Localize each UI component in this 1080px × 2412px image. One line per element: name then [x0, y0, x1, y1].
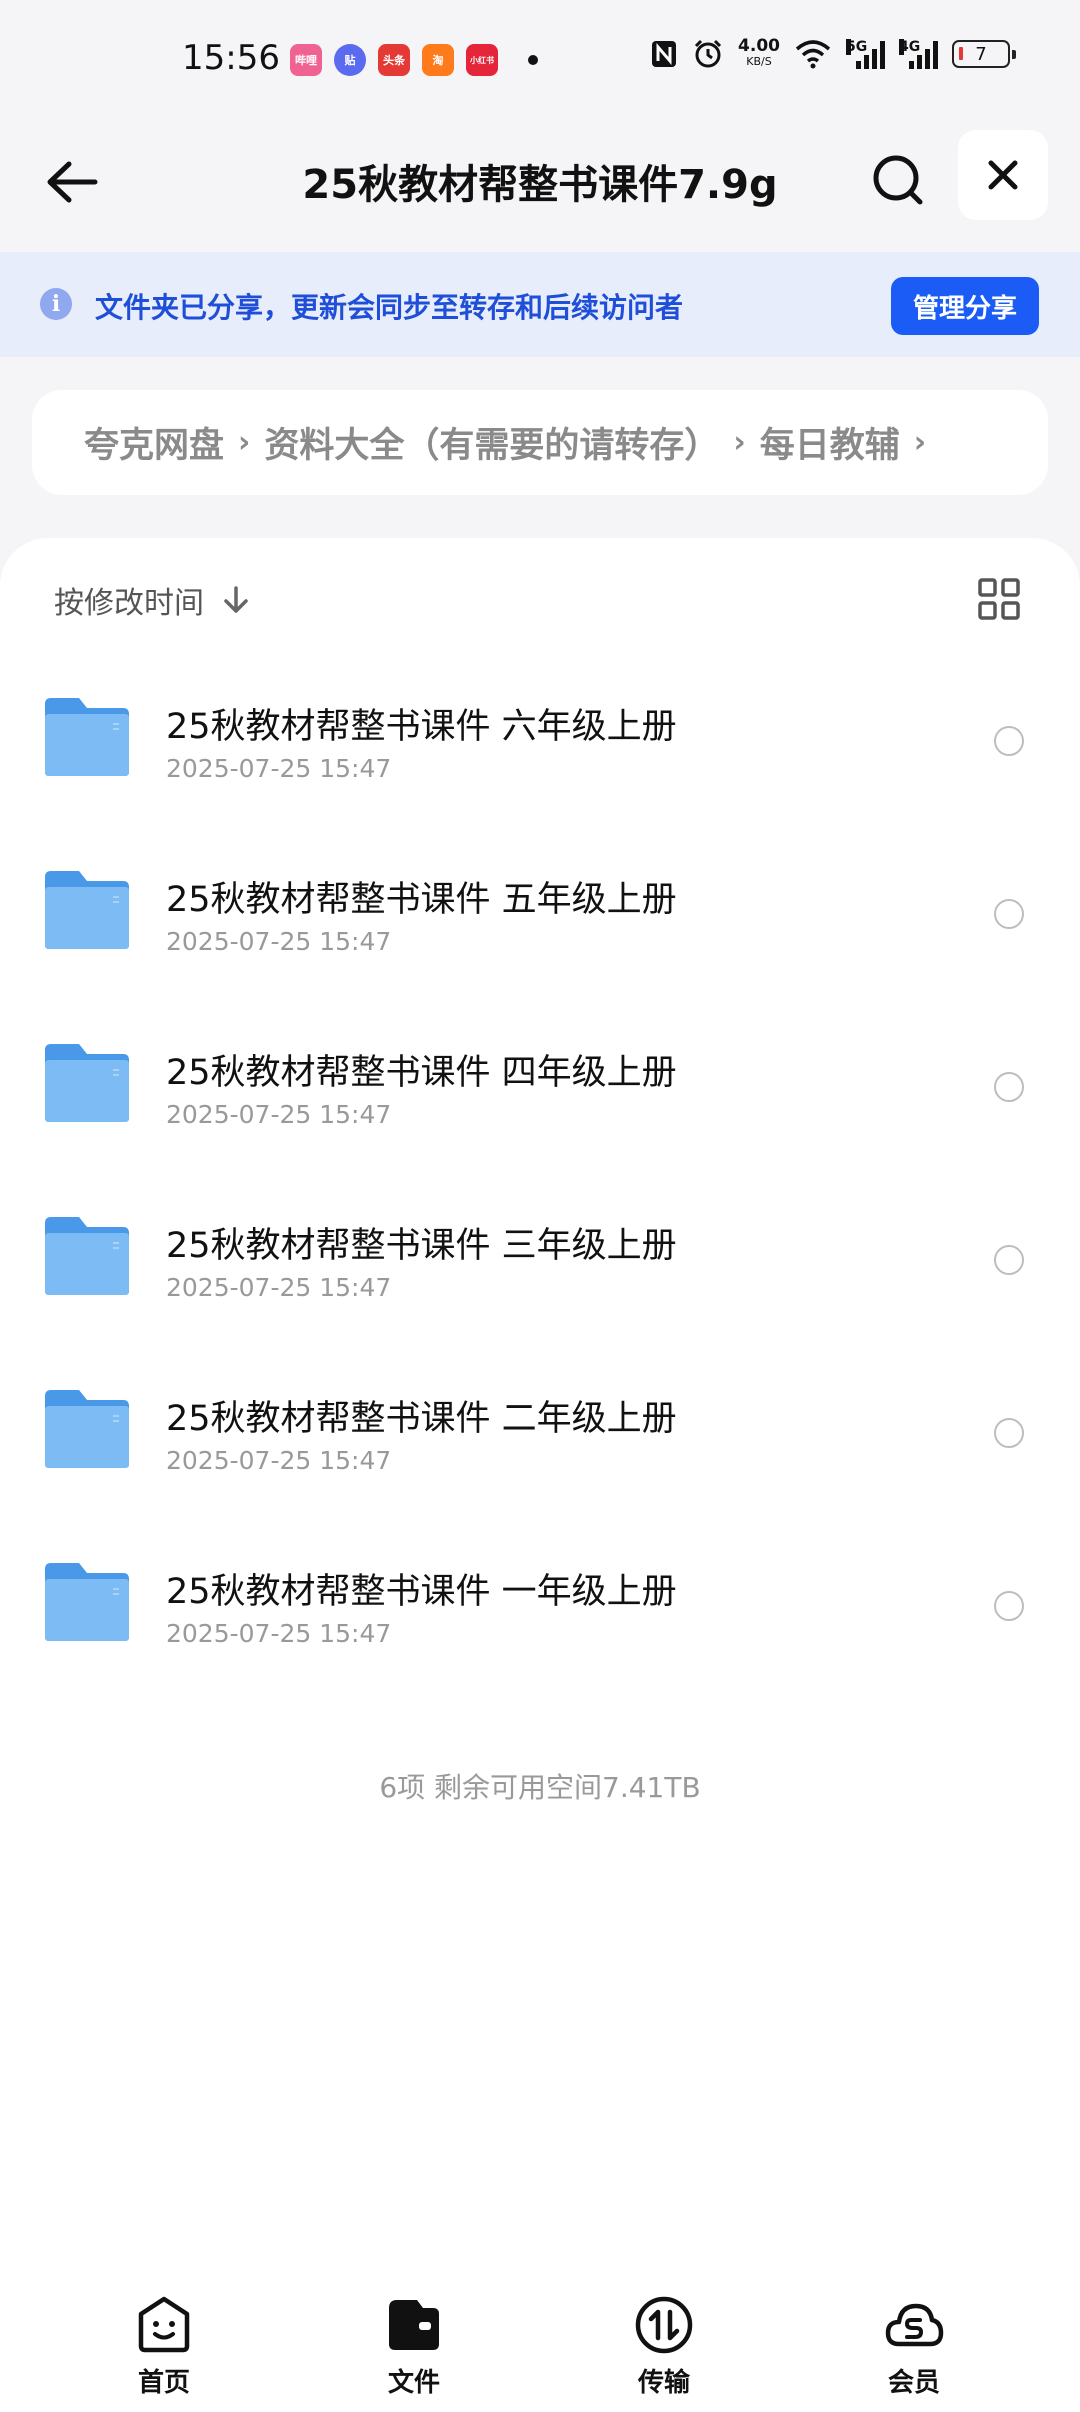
folder-icon — [45, 698, 129, 776]
alarm-icon — [694, 39, 722, 68]
signal-4g-icon: 4G — [899, 39, 938, 69]
folder-icon — [45, 1217, 129, 1295]
nfc-icon — [652, 41, 677, 67]
file-row[interactable]: 25秋教材帮整书课件 四年级上册 2025-07-25 15:47 — [0, 1002, 1080, 1175]
file-row[interactable]: 25秋教材帮整书课件 五年级上册 2025-07-25 15:47 — [0, 829, 1080, 1002]
share-notice-banner: i 文件夹已分享，更新会同步至转存和后续访问者 管理分享 — [0, 252, 1080, 357]
status-time: 15:56 — [182, 38, 280, 78]
file-panel: 按修改时间 25秋教材帮整书课件 六年级上册 2025-07-25 15:47 — [0, 538, 1080, 2412]
breadcrumb-item-resources[interactable]: 资料大全（有需要的请转存） — [264, 417, 719, 468]
arrow-down-icon — [224, 586, 248, 613]
file-date: 2025-07-25 15:47 — [166, 927, 392, 956]
tieba-app-icon: 贴 — [334, 44, 366, 76]
battery-level: 7 — [975, 43, 987, 65]
membership-cloud-icon — [885, 2303, 944, 2347]
transfer-icon — [635, 2296, 693, 2354]
signal-4g-label: 4G — [899, 39, 921, 55]
nav-item-transfer[interactable]: 传输 — [604, 2294, 724, 2399]
file-row[interactable]: 25秋教材帮整书课件 一年级上册 2025-07-25 15:47 — [0, 1521, 1080, 1694]
nav-item-membership[interactable]: 会员 — [854, 2294, 974, 2399]
back-button[interactable] — [40, 150, 104, 214]
wifi-icon — [795, 40, 831, 69]
nav-label-files: 文件 — [387, 2368, 440, 2398]
breadcrumb: 夸克网盘 › 资料大全（有需要的请转存） › 每日教辅 › — [32, 390, 1048, 495]
nav-label-home: 首页 — [137, 2368, 190, 2398]
network-speed-value: 4.00 — [738, 36, 780, 56]
taobao-app-icon: 淘 — [422, 44, 454, 76]
search-button[interactable] — [864, 146, 932, 214]
grid-view-icon[interactable] — [976, 576, 1022, 622]
breadcrumb-item-root[interactable]: 夸克网盘 — [84, 417, 224, 468]
bottom-nav: 首页 文件 传输 会员 — [0, 2270, 1080, 2412]
sort-button[interactable]: 按修改时间 — [54, 578, 250, 622]
storage-summary: 6项 剩余可用空间7.41TB — [379, 1771, 701, 1804]
file-list: 25秋教材帮整书课件 六年级上册 2025-07-25 15:47 25秋教材帮… — [0, 656, 1080, 1694]
info-icon: i — [40, 288, 72, 320]
close-button[interactable] — [958, 130, 1048, 220]
file-date: 2025-07-25 15:47 — [166, 1273, 392, 1302]
file-row[interactable]: 25秋教材帮整书课件 三年级上册 2025-07-25 15:47 — [0, 1175, 1080, 1348]
select-radio[interactable] — [994, 726, 1024, 756]
chevron-right-icon: › — [238, 425, 251, 460]
sort-label: 按修改时间 — [54, 586, 204, 621]
battery-icon: 7 — [952, 40, 1016, 68]
arrow-left-icon — [47, 161, 98, 203]
file-name: 25秋教材帮整书课件 六年级上册 — [166, 707, 677, 747]
status-bar: 15:56 哔哩 贴 头条 淘 小红书 4.00 KB/S 5G 4G 7 — [0, 0, 1080, 120]
file-date: 2025-07-25 15:47 — [166, 1619, 392, 1648]
chevron-right-icon: › — [913, 425, 927, 460]
signal-5g-label: 5G — [846, 39, 868, 55]
xiaohongshu-app-icon: 小红书 — [466, 44, 498, 76]
share-notice-text: 文件夹已分享，更新会同步至转存和后续访问者 — [95, 291, 684, 324]
signal-5g-icon: 5G — [846, 39, 885, 69]
chevron-right-icon: › — [733, 425, 746, 460]
select-radio[interactable] — [994, 1245, 1024, 1275]
status-app-icons: 哔哩 贴 头条 淘 小红书 — [290, 44, 538, 76]
top-header: 25秋教材帮整书课件7.9g — [0, 120, 1080, 250]
nav-item-home[interactable]: 首页 — [104, 2294, 224, 2399]
nav-item-files[interactable]: 文件 — [354, 2294, 474, 2399]
file-name: 25秋教材帮整书课件 五年级上册 — [166, 880, 677, 920]
select-radio[interactable] — [994, 1072, 1024, 1102]
status-right-icons: 4.00 KB/S 5G 4G 7 — [650, 36, 1016, 70]
file-name: 25秋教材帮整书课件 四年级上册 — [166, 1053, 677, 1093]
file-name: 25秋教材帮整书课件 一年级上册 — [166, 1572, 677, 1612]
bilibili-app-icon: 哔哩 — [290, 44, 322, 76]
more-notifications-dot — [528, 55, 538, 65]
file-row[interactable]: 25秋教材帮整书课件 六年级上册 2025-07-25 15:47 — [0, 656, 1080, 829]
toutiao-app-icon: 头条 — [378, 44, 410, 76]
file-date: 2025-07-25 15:47 — [166, 1446, 392, 1475]
file-name: 25秋教材帮整书课件 三年级上册 — [166, 1226, 677, 1266]
file-date: 2025-07-25 15:47 — [166, 1100, 392, 1129]
folder-icon — [45, 871, 129, 949]
folder-icon — [45, 1563, 129, 1641]
folder-icon — [45, 1044, 129, 1122]
select-radio[interactable] — [994, 1591, 1024, 1621]
select-radio[interactable] — [994, 899, 1024, 929]
search-icon — [873, 155, 923, 205]
network-speed-unit: KB/S — [746, 55, 772, 68]
manage-share-button[interactable]: 管理分享 — [891, 277, 1039, 335]
file-name: 25秋教材帮整书课件 二年级上册 — [166, 1399, 677, 1439]
wallet-folder-icon — [389, 2300, 439, 2350]
nav-label-transfer: 传输 — [637, 2368, 690, 2398]
page-title: 25秋教材帮整书课件7.9g — [302, 162, 778, 208]
network-speed: 4.00 KB/S — [738, 36, 780, 69]
file-date: 2025-07-25 15:47 — [166, 754, 392, 783]
breadcrumb-item-daily[interactable]: 每日教辅 — [760, 417, 900, 468]
home-smile-icon — [138, 2296, 190, 2353]
close-icon — [988, 160, 1018, 190]
nav-label-membership: 会员 — [887, 2368, 940, 2398]
file-row[interactable]: 25秋教材帮整书课件 二年级上册 2025-07-25 15:47 — [0, 1348, 1080, 1521]
folder-icon — [45, 1390, 129, 1468]
select-radio[interactable] — [994, 1418, 1024, 1448]
